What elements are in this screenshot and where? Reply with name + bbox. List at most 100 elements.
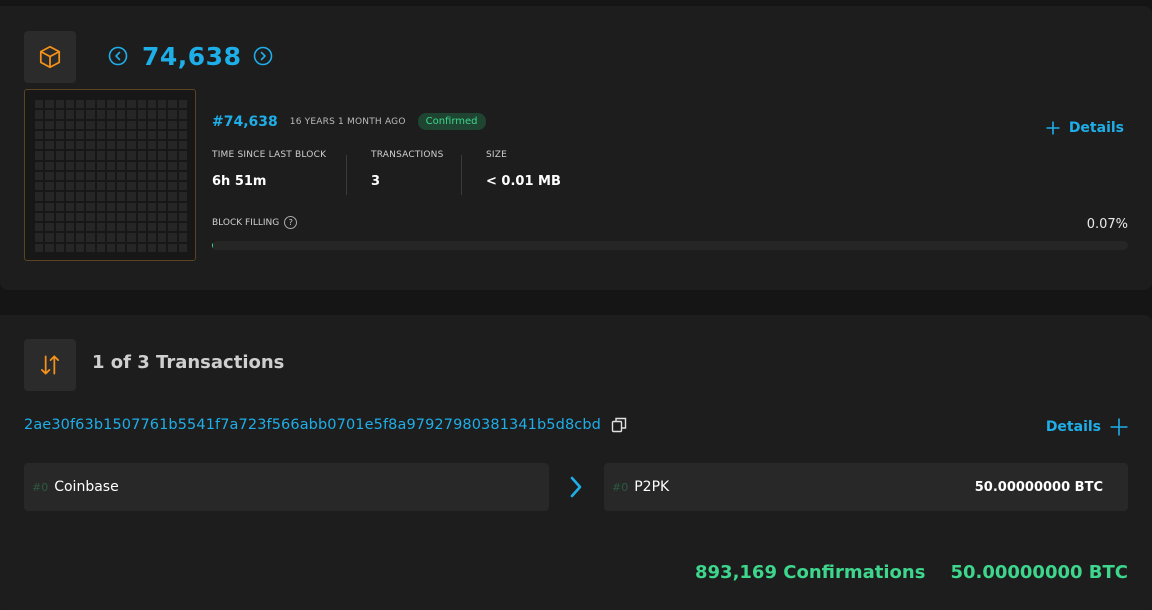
block-filling-label: BLOCK FILLING ?: [212, 216, 298, 229]
block-grid-cell: [65, 192, 75, 201]
block-grid-cell: [55, 130, 64, 140]
block-grid-cell: [35, 171, 44, 181]
block-grid-cell: [168, 100, 177, 109]
block-grid-cell: [55, 161, 64, 170]
block-visualization[interactable]: [24, 89, 196, 261]
block-grid-cell: [147, 212, 157, 222]
block-number: #74,638: [212, 113, 278, 130]
block-grid-cell: [76, 171, 85, 181]
block-grid-cell: [147, 130, 157, 140]
block-grid-cell: [86, 120, 95, 129]
block-grid-cell: [178, 223, 187, 232]
block-grid-cell: [45, 233, 54, 242]
block-grid-cell: [127, 243, 136, 252]
block-grid-cell: [65, 233, 75, 242]
block-grid-cell: [35, 100, 44, 109]
block-grid-cell: [137, 223, 146, 232]
block-grid-cell: [106, 141, 116, 150]
block-grid-cell: [96, 171, 105, 181]
block-grid-cell: [117, 223, 126, 232]
transaction-id-link[interactable]: 2ae30f63b1507761b5541f7a723f566abb0701e5…: [24, 417, 601, 433]
input-name: Coinbase: [54, 479, 119, 495]
block-grid-cell: [117, 202, 126, 211]
block-grid-cell: [96, 202, 105, 211]
block-grid-cell: [158, 212, 167, 222]
block-grid-cell: [45, 243, 54, 252]
block-grid-cell: [76, 130, 85, 140]
block-grid-cell: [55, 151, 64, 160]
block-grid-cell: [137, 243, 146, 252]
block-grid-cell: [158, 243, 167, 252]
block-grid-cell: [127, 192, 136, 201]
block-grid-cell: [96, 212, 105, 222]
transaction-details-link[interactable]: Details: [1046, 418, 1128, 436]
block-grid-cell: [86, 212, 95, 222]
block-grid-cell: [65, 161, 75, 170]
block-grid-cell: [76, 182, 85, 191]
block-grid-cell: [65, 141, 75, 150]
cube-icon: [39, 45, 61, 69]
block-grid-cell: [76, 202, 85, 211]
block-grid-cell: [147, 120, 157, 129]
block-grid-cell: [45, 100, 54, 109]
block-grid-cell: [55, 243, 64, 252]
block-grid-cell: [35, 233, 44, 242]
block-grid-cell: [178, 202, 187, 211]
help-icon[interactable]: ?: [284, 216, 298, 229]
block-grid-cell: [86, 130, 95, 140]
block-grid-cell: [147, 182, 157, 191]
block-grid-cell: [178, 120, 187, 129]
block-grid-cell: [55, 192, 64, 201]
copy-icon[interactable]: [611, 417, 627, 433]
block-age: 16 YEARS 1 MONTH AGO: [289, 116, 406, 127]
block-grid-cell: [96, 110, 105, 119]
chevron-left-circle-icon[interactable]: [108, 46, 128, 66]
block-grid-cell: [168, 141, 177, 150]
block-grid-cell: [158, 161, 167, 170]
block-grid-cell: [55, 171, 64, 181]
block-grid-cell: [137, 202, 146, 211]
block-grid-cell: [65, 202, 75, 211]
block-grid-cell: [178, 130, 187, 140]
block-grid-cell: [65, 223, 75, 232]
block-grid-cell: [86, 161, 95, 170]
block-grid-cell: [178, 192, 187, 201]
block-height: 74,638: [142, 41, 242, 71]
block-grid-cell: [65, 151, 75, 160]
block-grid-cell: [168, 161, 177, 170]
block-grid-cell: [55, 141, 64, 150]
block-grid-cell: [35, 223, 44, 232]
block-grid-cell: [147, 243, 157, 252]
block-grid-cell: [127, 171, 136, 181]
block-grid-cell: [137, 130, 146, 140]
block-details-link[interactable]: Details: [1046, 120, 1124, 136]
block-details-label: Details: [1068, 120, 1124, 136]
block-grid-cell: [55, 223, 64, 232]
block-grid-cell: [96, 233, 105, 242]
block-grid-cell: [96, 182, 105, 191]
chevron-right-circle-icon[interactable]: [253, 46, 273, 66]
transaction-input[interactable]: #0 Coinbase: [24, 463, 549, 511]
block-grid-cell: [137, 110, 146, 119]
block-grid-cell: [35, 161, 44, 170]
transactions-title: 1 of 3 Transactions: [92, 352, 285, 373]
block-grid-cell: [55, 100, 64, 109]
block-grid-cell: [178, 141, 187, 150]
block-grid-cell: [168, 212, 177, 222]
block-grid-cell: [178, 151, 187, 160]
block-grid-cell: [168, 120, 177, 129]
block-grid-cell: [147, 202, 157, 211]
block-grid-cell: [127, 110, 136, 119]
block-grid-cell: [117, 141, 126, 150]
block-grid-cell: [35, 110, 44, 119]
block-grid-cell: [86, 100, 95, 109]
block-grid-cell: [147, 151, 157, 160]
block-grid-cell: [86, 171, 95, 181]
block-grid-cell: [127, 100, 136, 109]
block-grid-cell: [117, 243, 126, 252]
block-grid-cell: [127, 141, 136, 150]
plus-icon: [1046, 121, 1060, 135]
block-grid-cell: [35, 192, 44, 201]
transaction-output[interactable]: #0 P2PK 50.00000000 BTC: [604, 463, 1128, 511]
block-grid-cell: [86, 223, 95, 232]
